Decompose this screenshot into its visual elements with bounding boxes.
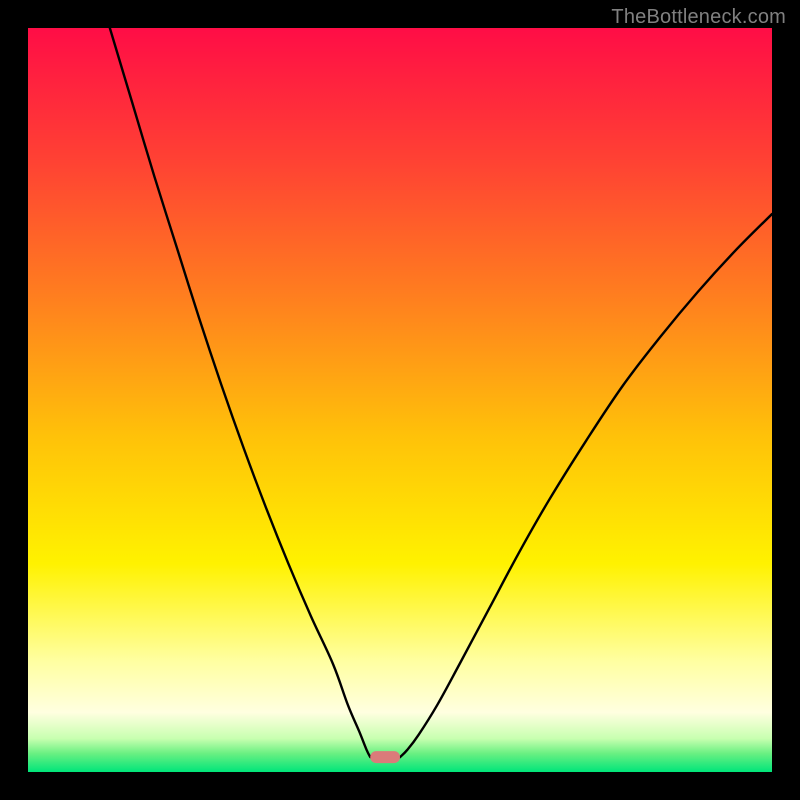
marker-group — [370, 751, 400, 763]
chart-frame: TheBottleneck.com — [0, 0, 800, 800]
gradient-background — [28, 28, 772, 772]
watermark-text: TheBottleneck.com — [611, 6, 786, 29]
chart-svg — [28, 28, 772, 772]
bottleneck-marker — [370, 751, 400, 763]
plot-area — [28, 28, 772, 772]
